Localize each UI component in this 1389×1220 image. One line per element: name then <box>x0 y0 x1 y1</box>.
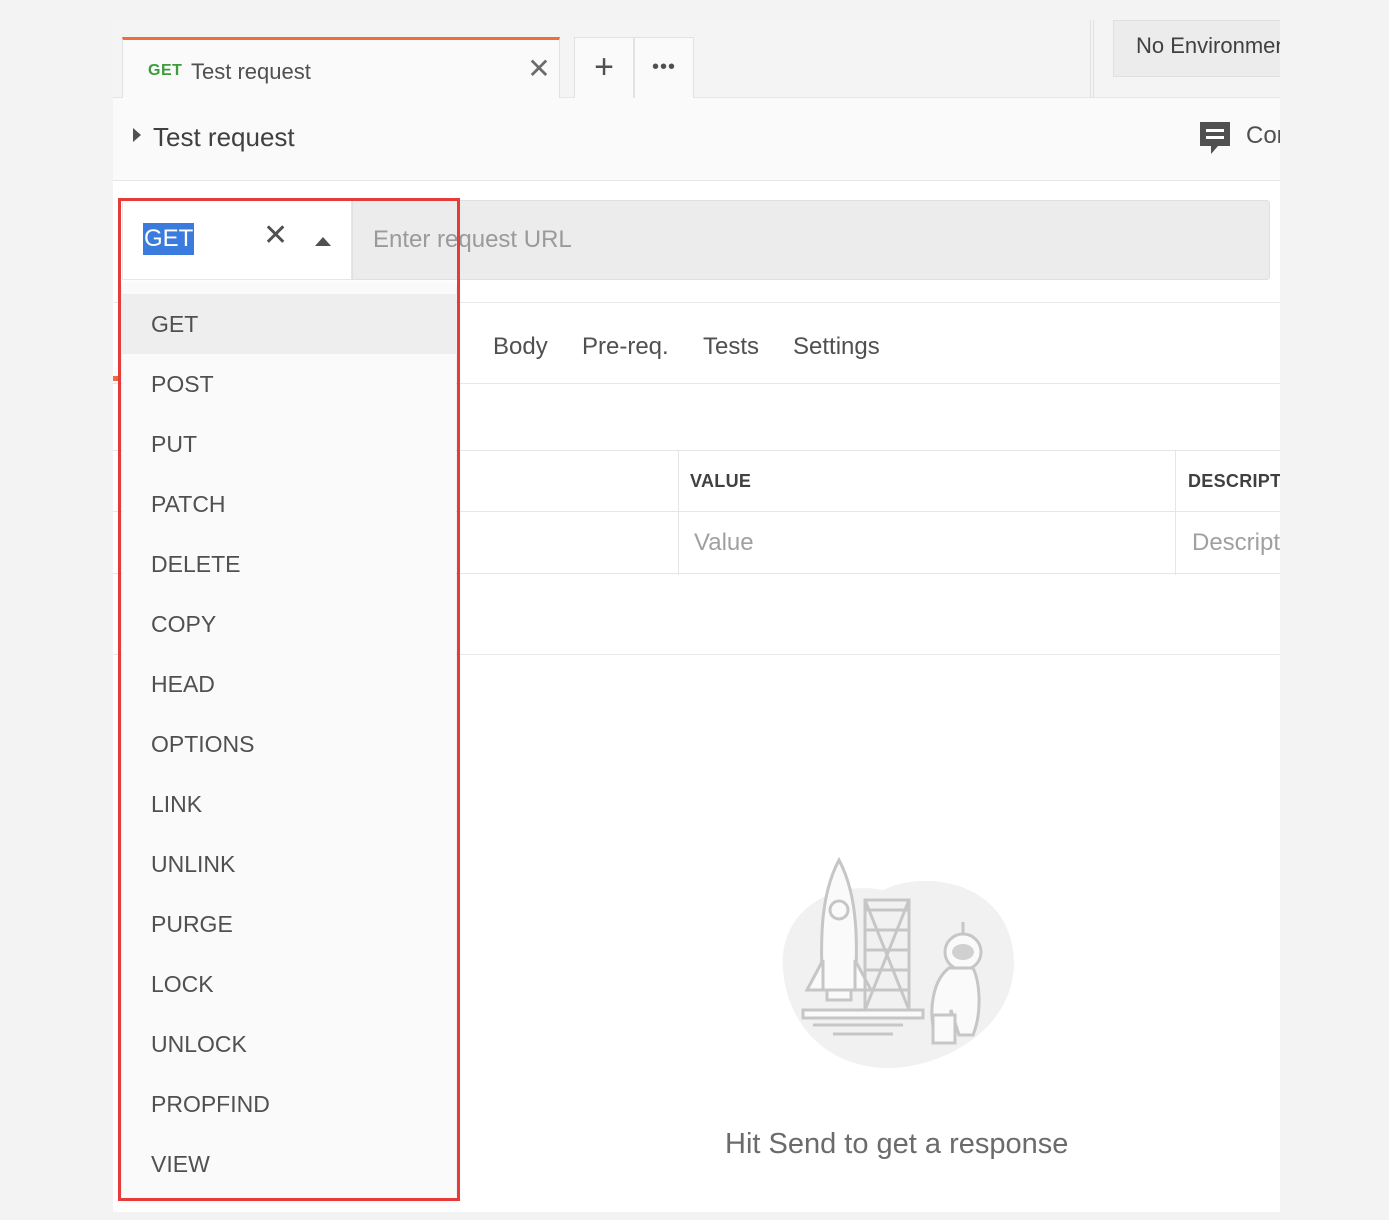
close-icon[interactable]: ✕ <box>526 55 552 83</box>
tab-tests[interactable]: Tests <box>703 333 759 361</box>
column-header-value: VALUE <box>690 471 752 491</box>
column-divider <box>1175 451 1176 575</box>
column-divider <box>678 451 679 575</box>
caret-right-icon[interactable] <box>133 128 141 142</box>
environment-select[interactable]: No Environment <box>1113 20 1280 77</box>
value-input[interactable]: Value <box>694 529 754 557</box>
more-icon[interactable]: ••• <box>634 37 694 98</box>
divider <box>1090 20 1094 98</box>
column-header-description: DESCRIPTION <box>1188 471 1280 491</box>
request-tab[interactable]: GET Test request ✕ <box>122 37 560 98</box>
rocket-astronaut-illustration <box>782 856 1014 1069</box>
request-title-row: Test request Comments <box>113 98 1280 181</box>
tab-title: Test request <box>191 59 311 84</box>
empty-response-message: Hit Send to get a response <box>725 1128 1069 1160</box>
comments-button[interactable]: Comments <box>1246 122 1280 150</box>
tab-pre-request[interactable]: Pre-req. <box>582 333 669 361</box>
comment-icon[interactable] <box>1198 120 1232 156</box>
tab-settings[interactable]: Settings <box>793 333 880 361</box>
plus-icon[interactable]: + <box>574 37 634 98</box>
tab-strip: GET Test request ✕ + ••• No Environment <box>113 20 1280 98</box>
description-input[interactable]: Description <box>1192 529 1280 557</box>
request-title[interactable]: Test request <box>153 122 295 153</box>
url-input[interactable] <box>352 200 1270 280</box>
tab-body[interactable]: Body <box>493 333 548 361</box>
tab-method-badge: GET <box>148 62 183 79</box>
highlight-box <box>118 198 460 1201</box>
